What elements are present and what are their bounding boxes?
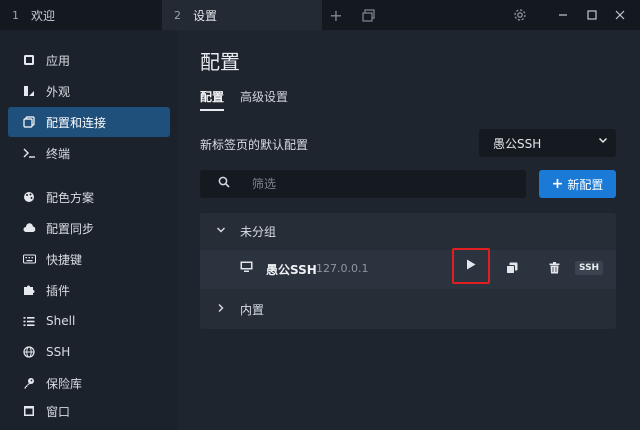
group-builtin[interactable]: 内置 bbox=[200, 293, 616, 326]
delete-profile-button[interactable] bbox=[540, 250, 568, 289]
profile-name: 愚公SSH bbox=[266, 263, 317, 277]
sidebar-item-label: 窗口 bbox=[46, 404, 71, 419]
sidebar-item-window[interactable]: 窗口 bbox=[8, 396, 170, 426]
duplicate-profile-button[interactable] bbox=[498, 250, 526, 289]
gear-icon[interactable] bbox=[509, 0, 531, 30]
default-profile-value: 愚公SSH bbox=[493, 136, 542, 151]
page-title: 配置 bbox=[200, 50, 240, 74]
profile-host: 127.0.0.1 bbox=[316, 262, 369, 275]
monitor-icon bbox=[240, 261, 253, 277]
group-ungrouped[interactable]: 未分组 bbox=[200, 215, 616, 248]
sidebar-item-plugins[interactable]: 插件 bbox=[8, 275, 170, 305]
terminal-icon bbox=[22, 146, 36, 160]
tab-list-icon[interactable] bbox=[358, 0, 378, 30]
globe-icon bbox=[22, 345, 36, 359]
new-profile-label: 新配置 bbox=[567, 177, 604, 192]
sidebar-item-label: 快捷键 bbox=[46, 252, 83, 267]
tab-profiles[interactable]: 配置 bbox=[200, 88, 225, 111]
new-tab-plus-icon[interactable]: + bbox=[326, 0, 346, 30]
filter-box bbox=[200, 170, 526, 198]
app-icon bbox=[22, 53, 36, 67]
tab-settings[interactable]: 2 设置 bbox=[162, 0, 322, 30]
sidebar-item-terminal[interactable]: 终端 bbox=[8, 138, 170, 168]
tab-label: 欢迎 bbox=[31, 8, 56, 23]
cloud-icon bbox=[22, 221, 36, 235]
profiles-icon bbox=[22, 115, 36, 129]
close-icon[interactable] bbox=[609, 0, 631, 30]
palette-icon bbox=[22, 190, 36, 204]
maximize-icon[interactable] bbox=[581, 0, 603, 30]
chevron-down-icon bbox=[598, 135, 608, 148]
sidebar-item-label: 保险库 bbox=[46, 376, 83, 391]
play-icon bbox=[466, 259, 476, 273]
puzzle-icon bbox=[22, 283, 36, 297]
new-profile-button[interactable]: + 新配置 bbox=[539, 170, 616, 198]
sidebar-item-hotkeys[interactable]: 快捷键 bbox=[8, 244, 170, 274]
group-label: 内置 bbox=[240, 303, 265, 317]
tab-advanced-settings[interactable]: 高级设置 bbox=[240, 88, 288, 105]
chevron-right-icon bbox=[216, 303, 226, 316]
profile-row[interactable]: 愚公SSH 127.0.0.1 SSH bbox=[200, 248, 616, 289]
tab-label: 设置 bbox=[193, 8, 218, 23]
sidebar-item-vault[interactable]: 保险库 bbox=[8, 368, 170, 398]
title-bar: 1 欢迎 2 设置 + bbox=[0, 0, 640, 30]
chevron-down-icon bbox=[216, 225, 226, 238]
filter-input[interactable] bbox=[248, 170, 508, 198]
default-profile-label: 新标签页的默认配置 bbox=[200, 138, 309, 152]
sidebar-item-label: 配置同步 bbox=[46, 221, 95, 236]
tab-welcome[interactable]: 1 欢迎 bbox=[0, 0, 162, 30]
search-icon bbox=[218, 176, 230, 192]
sidebar-item-label: Shell bbox=[46, 314, 76, 328]
profile-groups: 未分组 愚公SSH 127.0.0.1 SSH 内置 bbox=[200, 213, 616, 329]
default-profile-select[interactable]: 愚公SSH bbox=[479, 129, 616, 157]
settings-main: 配置 配置 高级设置 新标签页的默认配置 愚公SSH + 新配置 未分组 愚公S… bbox=[178, 30, 640, 430]
brush-icon bbox=[22, 84, 36, 98]
sidebar-item-label: 外观 bbox=[46, 84, 71, 99]
group-label: 未分组 bbox=[240, 225, 277, 239]
sidebar-item-color-scheme[interactable]: 配色方案 bbox=[8, 182, 170, 212]
profile-type-badge: SSH bbox=[575, 261, 604, 275]
window-icon bbox=[22, 404, 36, 418]
list-icon bbox=[22, 314, 36, 328]
sidebar-item-label: SSH bbox=[46, 345, 71, 359]
sidebar-item-label: 应用 bbox=[46, 53, 71, 68]
minimize-icon[interactable] bbox=[552, 0, 574, 30]
sidebar-item-appearance[interactable]: 外观 bbox=[8, 76, 170, 106]
sidebar-item-config-sync[interactable]: 配置同步 bbox=[8, 213, 170, 243]
sidebar-item-app[interactable]: 应用 bbox=[8, 45, 170, 75]
key-icon bbox=[22, 376, 36, 390]
sidebar-item-ssh[interactable]: SSH bbox=[8, 337, 170, 367]
sidebar-item-profiles[interactable]: 配置和连接 bbox=[8, 107, 170, 137]
copy-icon bbox=[506, 262, 518, 277]
settings-sidebar: 应用 外观 配置和连接 终端 配色方案 配置同步 快捷键 插件 Shell SS… bbox=[0, 30, 178, 430]
trash-icon bbox=[549, 262, 560, 277]
tab-number: 1 bbox=[12, 8, 19, 22]
sidebar-item-label: 插件 bbox=[46, 283, 71, 298]
tab-number: 2 bbox=[174, 8, 181, 22]
keyboard-icon bbox=[22, 252, 36, 266]
sidebar-item-shell[interactable]: Shell bbox=[8, 306, 170, 336]
sidebar-item-label: 配色方案 bbox=[46, 190, 95, 205]
launch-profile-button[interactable] bbox=[452, 248, 490, 284]
plus-icon: + bbox=[551, 176, 564, 192]
sidebar-item-label: 终端 bbox=[46, 146, 71, 161]
sidebar-item-label: 配置和连接 bbox=[46, 115, 107, 130]
